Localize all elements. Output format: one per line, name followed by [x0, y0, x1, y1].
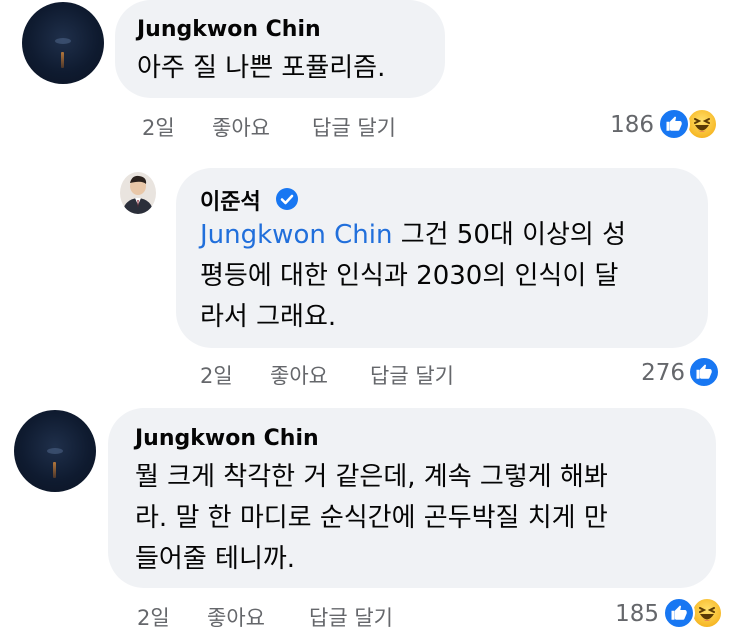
- comment-timestamp: 2일: [200, 364, 233, 388]
- haha-icon: [691, 597, 723, 629]
- comment-text: 뭘 크게 착각한 거 같은데, 계속 그렇게 해봐: [135, 462, 608, 492]
- reaction-summary[interactable]: 185: [595, 597, 735, 633]
- comment-text: 평등에 대한 인식과 2030의 인식이 달: [200, 261, 619, 291]
- comment-text: 라. 말 한 마디로 순식간에 곤두박질 치게 만: [135, 503, 608, 533]
- haha-icon: [686, 108, 718, 140]
- reply-button[interactable]: 답글 달기: [312, 112, 396, 142]
- like-button[interactable]: 좋아요: [270, 360, 328, 390]
- verified-badge-icon: [276, 188, 298, 210]
- comment-text: 들어줄 테니까.: [135, 544, 296, 574]
- comment-author[interactable]: 이준석: [200, 184, 261, 216]
- reply-button[interactable]: 답글 달기: [309, 602, 393, 632]
- mention-link[interactable]: Jungkwon Chin: [200, 220, 392, 250]
- reply-button[interactable]: 답글 달기: [370, 360, 454, 390]
- comment-text: Jungkwon Chin 그건 50대 이상의 성: [200, 220, 627, 250]
- like-icon: [688, 356, 720, 388]
- reaction-count: 276: [641, 360, 685, 386]
- reaction-summary[interactable]: 186: [590, 108, 730, 144]
- comment-timestamp: 2일: [142, 116, 175, 140]
- comment-actions: 2일 좋아요 답글 달기: [137, 602, 437, 630]
- comment-author[interactable]: Jungkwon Chin: [137, 17, 321, 42]
- reaction-summary[interactable]: 276: [600, 356, 725, 392]
- like-icon: [658, 108, 690, 140]
- reaction-count: 186: [610, 112, 654, 138]
- avatar[interactable]: [14, 410, 96, 492]
- like-icon: [663, 597, 695, 629]
- comment-actions: 2일 좋아요 답글 달기: [142, 112, 442, 140]
- like-button[interactable]: 좋아요: [207, 602, 265, 632]
- avatar[interactable]: [22, 2, 104, 84]
- comment-actions: 2일 좋아요 답글 달기: [200, 360, 500, 388]
- reaction-count: 185: [615, 601, 659, 627]
- like-button[interactable]: 좋아요: [212, 112, 270, 142]
- comment-text: 아주 질 나쁜 포퓰리즘.: [137, 53, 386, 83]
- comment-author[interactable]: Jungkwon Chin: [135, 426, 319, 451]
- avatar[interactable]: [120, 172, 156, 214]
- comment-timestamp: 2일: [137, 606, 170, 630]
- comment-text: 라서 그래요.: [200, 302, 337, 332]
